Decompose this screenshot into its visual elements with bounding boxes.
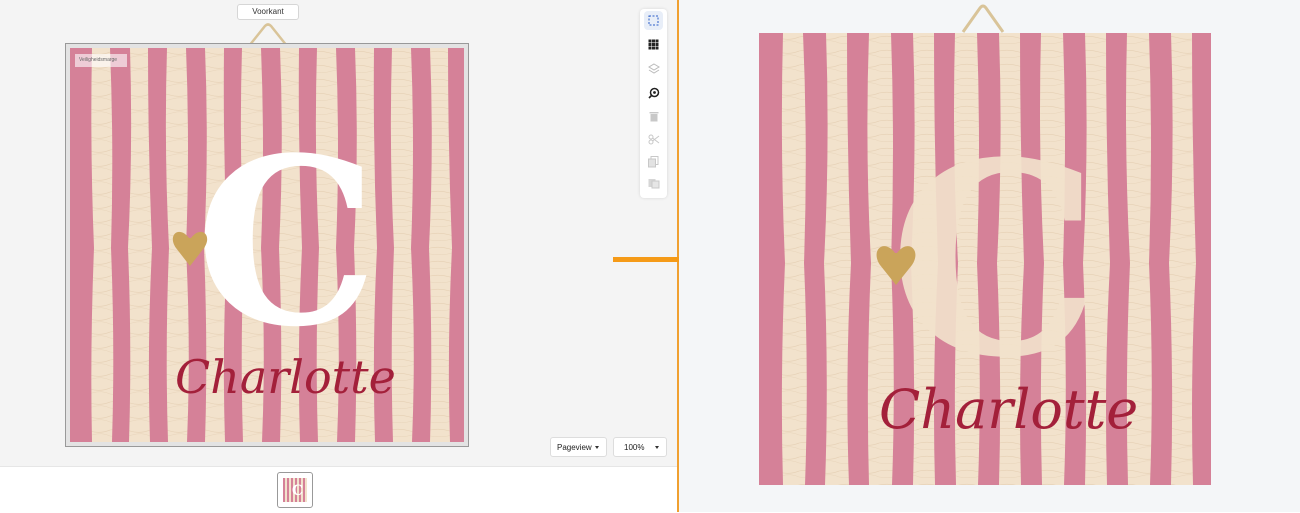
view-mode-dropdown[interactable]: Pageview — [550, 437, 607, 457]
page-thumbnail-strip — [0, 466, 677, 513]
select-tool-button[interactable] — [644, 11, 663, 30]
trash-icon — [649, 112, 658, 122]
layers-icon — [647, 63, 660, 74]
tool-palette — [640, 9, 667, 198]
initial-letter-engraved: C — [889, 105, 1100, 416]
cut-tool-button[interactable] — [644, 130, 663, 149]
safety-margin-label: Veiligheidsmarge — [75, 54, 127, 67]
design-canvas[interactable]: C Charlotte — [70, 48, 464, 442]
magnify-icon — [647, 87, 659, 99]
editor-panel: Voorkant C Charlotte Veiligheidsmarge Pa… — [0, 0, 677, 513]
layers-tool-button[interactable] — [644, 59, 663, 78]
scissors-icon — [648, 134, 659, 145]
chevron-down-icon — [595, 446, 599, 449]
copy-tool-button[interactable] — [644, 152, 663, 171]
copy-icon — [648, 155, 659, 167]
magnify-tool-button[interactable] — [644, 83, 663, 102]
page-thumbnail[interactable]: C — [277, 472, 313, 508]
grid-tool-button[interactable] — [644, 35, 663, 54]
hanger-rope-icon — [961, 4, 1005, 33]
zoom-label: 100% — [624, 443, 645, 452]
zoom-dropdown[interactable]: 100% — [613, 437, 667, 457]
paste-tool-button[interactable] — [644, 174, 663, 193]
view-mode-label: Pageview — [557, 443, 592, 452]
paste-icon — [648, 179, 659, 189]
chevron-down-icon — [655, 446, 659, 449]
delete-tool-button[interactable] — [644, 107, 663, 126]
name-text-preview: Charlotte — [879, 378, 1138, 441]
initial-letter: C — [195, 108, 378, 378]
name-text: Charlotte — [175, 350, 396, 404]
select-icon — [648, 15, 659, 26]
grid-icon — [648, 39, 659, 50]
side-tab-voorkant[interactable]: Voorkant — [237, 4, 299, 20]
svg-text:C: C — [292, 483, 303, 499]
product-preview: C Charlotte — [759, 33, 1211, 485]
